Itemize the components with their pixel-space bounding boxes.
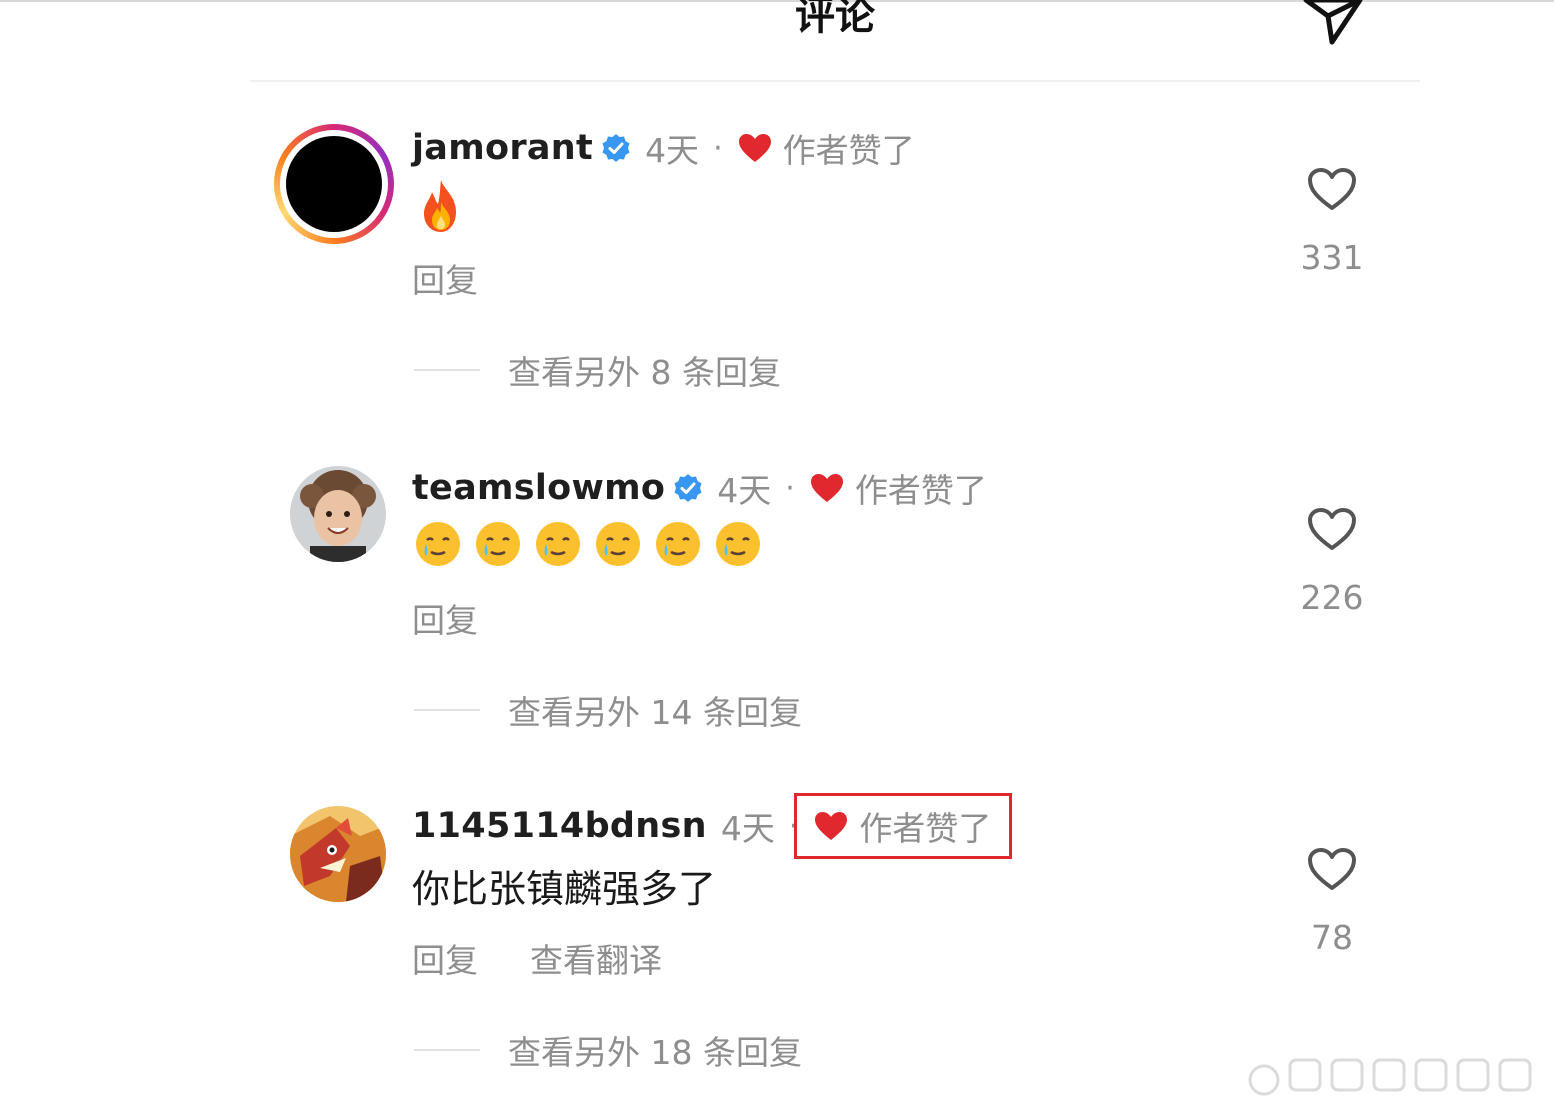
watermark-logo-icon (1248, 1058, 1532, 1096)
comment-meta: 1145114bdnsn 4天 · 作者赞了 (412, 793, 1013, 859)
author-liked-highlight-box: 作者赞了 (794, 793, 1013, 859)
comment-actions: 回复 查看翻译 (412, 934, 662, 982)
view-replies-button[interactable]: 查看另外 8 条回复 (414, 346, 781, 394)
comment-meta: teamslowmo 4天 · 作者赞了 (412, 466, 987, 510)
comment-item: 1145114bdnsn 4天 · 作者赞了 你比张镇麟强多了 回复 查看翻译 … (0, 0, 1554, 1072)
like-column: 226 (1280, 506, 1384, 617)
author-liked-badge: 作者赞了 (809, 464, 987, 512)
replies-divider-line (414, 709, 480, 711)
author-liked-label: 作者赞了 (854, 471, 987, 510)
smiling-face-with-tear-icon (716, 522, 760, 566)
avatar[interactable] (290, 466, 386, 562)
username[interactable]: 1145114bdnsn (412, 806, 707, 846)
comment-body: 你比张镇麟强多了 (412, 867, 717, 911)
smiling-face-with-tear-icon (656, 522, 700, 566)
author-liked-label: 作者赞了 (859, 809, 992, 848)
comment-time: 4天 (717, 471, 772, 510)
replies-divider-line (414, 1049, 480, 1051)
username[interactable]: teamslowmo (412, 468, 665, 508)
verified-badge-icon (674, 474, 702, 502)
view-replies-label: 查看另外 18 条回复 (508, 1033, 802, 1072)
separator-dot: · (785, 470, 795, 506)
cartoon-character-avatar (290, 806, 386, 902)
view-replies-button[interactable]: 查看另外 14 条回复 (414, 686, 802, 734)
heart-outline-icon[interactable] (1306, 506, 1358, 552)
comments-page: 评论 jamorant 4天 · 作者赞了 回复 查看另外 8 条回复 331 … (0, 0, 1554, 1111)
view-replies-label: 查看另外 8 条回复 (508, 353, 781, 392)
comment-actions: 回复 (412, 594, 478, 642)
emoji-row (414, 520, 762, 568)
view-replies-label: 查看另外 14 条回复 (508, 693, 802, 732)
smiling-face-with-tear-icon (536, 522, 580, 566)
like-column: 78 (1280, 846, 1384, 957)
replies-divider-line (414, 369, 480, 371)
child-photo-avatar (290, 466, 386, 562)
reply-button[interactable]: 回复 (412, 934, 478, 982)
red-heart-icon (815, 812, 848, 840)
heart-outline-icon[interactable] (1306, 846, 1358, 892)
smiling-face-with-tear-icon (596, 522, 640, 566)
like-count: 226 (1300, 578, 1364, 617)
smiling-face-with-tear-icon (416, 522, 460, 566)
see-translation-button[interactable]: 查看翻译 (530, 934, 662, 982)
avatar[interactable] (290, 806, 386, 902)
view-replies-button[interactable]: 查看另外 18 条回复 (414, 1026, 802, 1074)
like-count: 78 (1311, 918, 1353, 957)
reply-button[interactable]: 回复 (412, 594, 478, 642)
smiling-face-with-tear-icon (476, 522, 520, 566)
comment-time: 4天 (720, 809, 775, 848)
red-heart-icon (810, 474, 843, 502)
